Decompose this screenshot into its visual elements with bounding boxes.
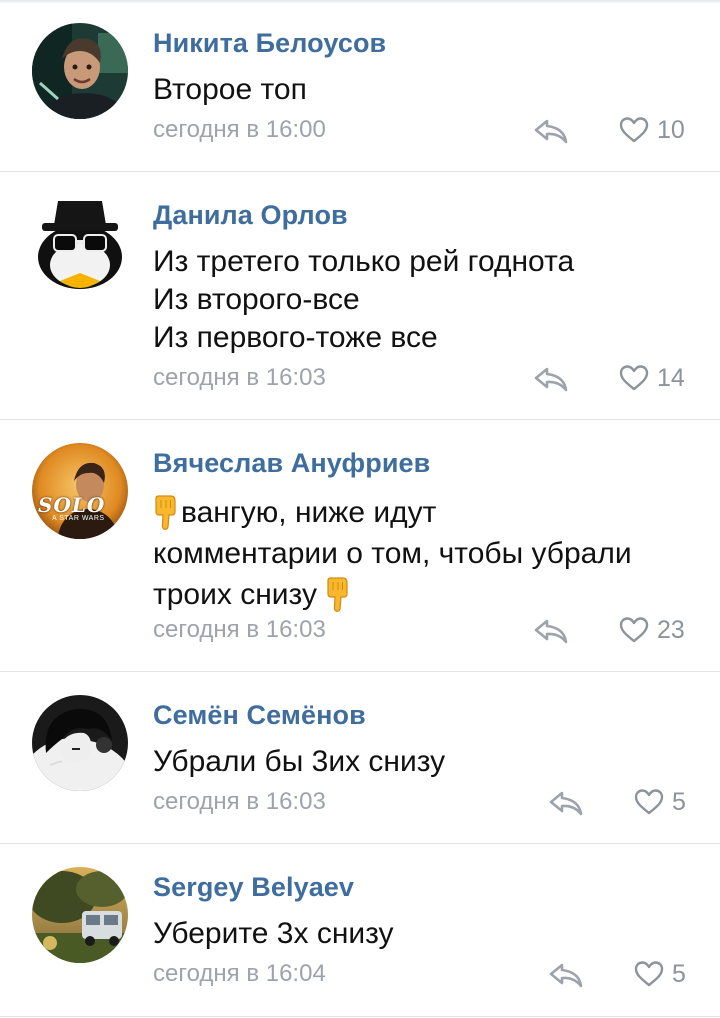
comment-line-text: вангую, ниже идут [181, 496, 437, 529]
comment-text: Второе топ [153, 71, 693, 109]
divider [0, 1016, 720, 1017]
comment-line: Второе топ [153, 73, 307, 106]
comment-item: SOLO A STAR WARS Вячеслав Ануфриев вангу… [0, 420, 720, 672]
comment-item: Никита Белоусов Второе топ сегодня в 16:… [0, 0, 720, 172]
timestamp: сегодня в 16:03 [153, 616, 326, 643]
avatar[interactable] [32, 695, 128, 791]
comment-text: Уберите 3х снизу [153, 915, 693, 953]
timestamp: сегодня в 16:03 [153, 788, 326, 815]
timestamp: сегодня в 16:04 [153, 960, 326, 987]
comment-item: Данила Орлов Из третего только рей годно… [0, 172, 720, 420]
heart-icon [619, 617, 649, 643]
reply-button[interactable] [548, 960, 584, 990]
avatar[interactable] [32, 23, 128, 119]
author-name[interactable]: Данила Орлов [153, 200, 348, 231]
comment-line: Из третего только рей годнота [153, 245, 575, 278]
comment-text: Из третего только рей годнота Из второго… [153, 243, 693, 357]
comment-text: Убрали бы 3их снизу [153, 743, 693, 781]
comment-text: вангую, ниже идут комментарии о том, что… [153, 492, 693, 615]
timestamp: сегодня в 16:03 [153, 364, 326, 391]
author-name[interactable]: Вячеслав Ануфриев [153, 448, 430, 479]
author-name[interactable]: Sergey Belyaev [153, 872, 354, 903]
pointing-down-emoji-icon [153, 494, 179, 530]
comment-line: Из первого-тоже все [153, 321, 438, 354]
man-portrait-icon [32, 23, 128, 119]
comment-line: троих снизу [153, 574, 693, 615]
reply-button[interactable] [533, 116, 569, 146]
like-count: 14 [657, 363, 685, 392]
comment-line: комментарии о том, чтобы убрали [153, 537, 632, 570]
reply-icon [534, 119, 568, 144]
like-button[interactable]: 23 [619, 615, 685, 645]
comment-item: Sergey Belyaev Уберите 3х снизу сегодня … [0, 844, 720, 1018]
reply-icon [549, 791, 583, 816]
heart-icon [634, 789, 664, 815]
like-count: 5 [672, 787, 686, 816]
heart-icon [634, 961, 664, 987]
heart-icon [619, 365, 649, 391]
like-count: 10 [657, 115, 685, 144]
author-name[interactable]: Никита Белоусов [153, 28, 386, 59]
anime-headphones-icon [32, 695, 128, 791]
comment-item: Семён Семёнов Убрали бы 3их снизу сегодн… [0, 672, 720, 844]
comment-line-text: троих снизу [153, 578, 317, 611]
like-button[interactable]: 10 [619, 115, 685, 145]
like-count: 23 [657, 615, 685, 644]
comment-line: Уберите 3х снизу [153, 917, 394, 950]
pointing-down-emoji-icon [325, 576, 351, 612]
poster-subtitle: A STAR WARS [52, 515, 105, 522]
avatar[interactable] [32, 867, 128, 963]
penguin-in-hat-icon [32, 195, 128, 291]
timestamp: сегодня в 16:00 [153, 116, 326, 143]
like-count: 5 [672, 959, 686, 988]
reply-button[interactable] [548, 788, 584, 818]
heart-icon [619, 117, 649, 143]
reply-button[interactable] [533, 616, 569, 646]
solo-poster-icon [32, 443, 128, 539]
reply-icon [534, 619, 568, 644]
reply-icon [534, 367, 568, 392]
avatar[interactable] [32, 195, 128, 291]
comment-line: Из второго-все [153, 283, 360, 316]
comment-line: Убрали бы 3их снизу [153, 745, 446, 778]
like-button[interactable]: 5 [634, 959, 686, 989]
comment-line: вангую, ниже идут [153, 492, 693, 533]
poster-title: SOLO [38, 493, 106, 517]
author-name[interactable]: Семён Семёнов [153, 700, 366, 731]
reply-button[interactable] [533, 364, 569, 394]
avatar[interactable]: SOLO A STAR WARS [32, 443, 128, 539]
van-landscape-icon [32, 867, 128, 963]
like-button[interactable]: 14 [619, 363, 685, 393]
like-button[interactable]: 5 [634, 787, 686, 817]
reply-icon [549, 963, 583, 988]
